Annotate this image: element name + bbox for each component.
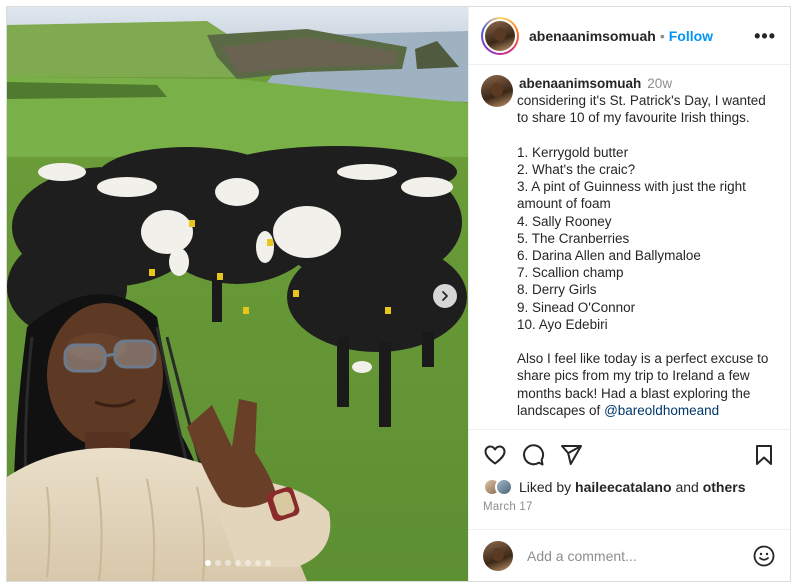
save-button[interactable]	[752, 443, 776, 467]
liker-username[interactable]: haileecatalano	[575, 479, 672, 495]
caption-section: abenaanimsomuah 20w considering it's St. …	[469, 65, 790, 429]
caption-username[interactable]: abenaanimsomuah	[519, 76, 641, 91]
carousel-dot	[254, 560, 261, 566]
likes-prefix: Liked by	[519, 479, 572, 495]
post-card: abenaanimsomuah • Follow ••• abenaanimso…	[6, 6, 791, 582]
caption-avatar[interactable]	[481, 75, 513, 107]
comment-button[interactable]	[521, 443, 545, 467]
heart-icon	[484, 445, 506, 465]
caption-body: considering it's St. Patrick's Day, I wa…	[517, 93, 769, 418]
carousel-dot	[244, 560, 251, 566]
follow-button[interactable]: Follow	[669, 28, 713, 44]
comment-bar	[469, 529, 790, 581]
caption-mention[interactable]: @bareoldhomeand	[604, 403, 719, 418]
likes-connector: and	[675, 479, 699, 495]
current-user-avatar	[483, 540, 513, 571]
caption-timestamp: 20w	[647, 76, 673, 91]
share-button[interactable]	[559, 443, 583, 467]
emoji-button[interactable]	[752, 544, 776, 568]
carousel-dots	[7, 560, 468, 566]
post-details-panel: abenaanimsomuah • Follow ••• abenaanimso…	[468, 7, 790, 581]
emoji-icon	[753, 545, 775, 566]
comment-icon	[523, 444, 545, 466]
avatar	[485, 20, 515, 51]
post-header: abenaanimsomuah • Follow •••	[469, 7, 790, 65]
share-icon	[561, 445, 582, 465]
post-photo	[7, 7, 468, 581]
post-media[interactable]	[7, 7, 468, 581]
more-options-icon[interactable]: •••	[754, 27, 776, 45]
chevron-right-icon	[442, 291, 448, 301]
comment-input[interactable]	[527, 547, 727, 564]
carousel-dot	[224, 560, 231, 566]
carousel-dot	[264, 560, 271, 566]
carousel-dot	[214, 560, 221, 566]
likes-summary: Liked by haileecatalano and others	[483, 478, 776, 496]
save-icon	[756, 445, 772, 465]
likes-others-link[interactable]: others	[703, 479, 746, 495]
actions-section: Liked by haileecatalano and others March…	[469, 429, 790, 513]
story-ring[interactable]	[481, 16, 519, 55]
header-separator: •	[659, 27, 665, 44]
avatar	[495, 478, 513, 496]
header-username[interactable]: abenaanimsomuah	[529, 28, 656, 44]
caption: abenaanimsomuah 20w considering it's St. …	[517, 75, 776, 419]
carousel-dot	[234, 560, 241, 566]
carousel-dot	[204, 560, 211, 566]
liker-avatars	[483, 478, 513, 496]
like-button[interactable]	[483, 443, 507, 467]
post-date[interactable]: March 17	[483, 501, 776, 513]
carousel-next-button[interactable]	[433, 284, 457, 308]
